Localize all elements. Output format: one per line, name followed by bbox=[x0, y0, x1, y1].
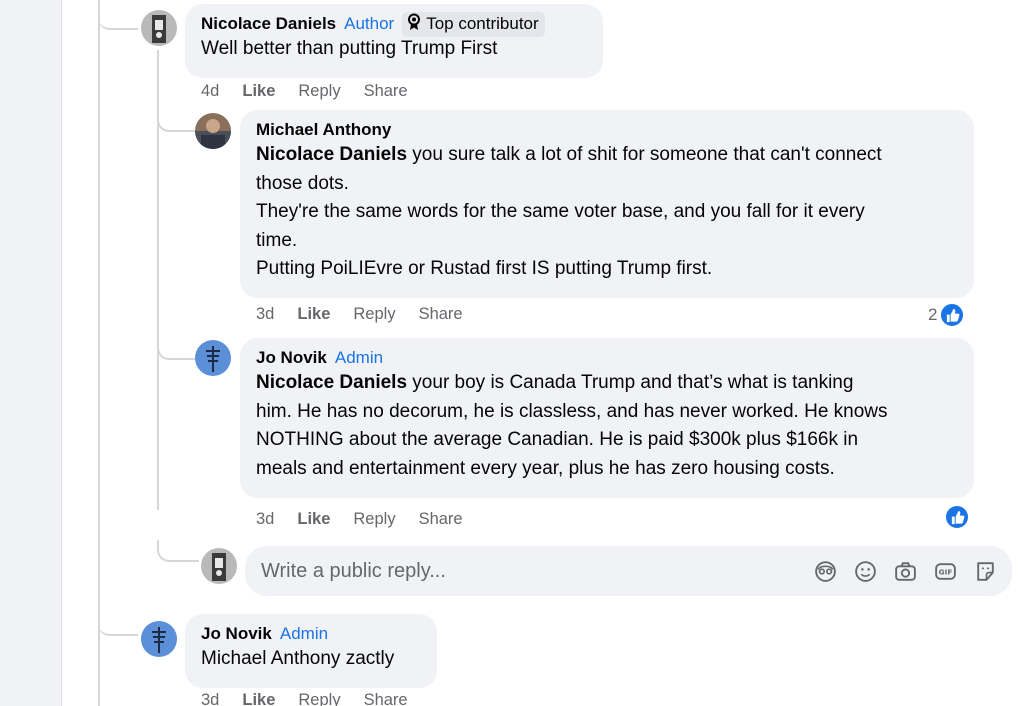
share-button[interactable]: Share bbox=[364, 691, 408, 706]
comment-bubble: Jo Novik Admin Michael Anthony zactly bbox=[185, 614, 437, 688]
comment-author[interactable]: Jo Novik bbox=[256, 348, 327, 368]
share-button[interactable]: Share bbox=[364, 82, 408, 101]
timestamp[interactable]: 3d bbox=[256, 305, 274, 324]
current-user-avatar bbox=[201, 548, 237, 584]
reply-button[interactable]: Reply bbox=[298, 691, 340, 706]
comment-text: Nicolace Daniels you sure talk a lot of … bbox=[256, 141, 960, 284]
thread-connector bbox=[157, 340, 195, 360]
like-reaction-icon bbox=[944, 504, 970, 530]
reaction-summary[interactable]: 2 bbox=[928, 302, 966, 328]
thread-line-main bbox=[98, 0, 100, 706]
timestamp[interactable]: 3d bbox=[256, 510, 274, 529]
thread-connector bbox=[98, 0, 138, 30]
comment-text-line: NOTHING about the average Canadian. He i… bbox=[256, 429, 859, 450]
comment-author[interactable]: Nicolace Daniels bbox=[201, 14, 336, 34]
avatar[interactable] bbox=[141, 10, 177, 46]
reply-button[interactable]: Reply bbox=[298, 82, 340, 101]
comment-text-line: those dots. bbox=[256, 172, 349, 194]
comment-text-line: They're the same words for the same vote… bbox=[256, 201, 865, 222]
role-badge: Author bbox=[344, 14, 395, 33]
mention-link[interactable]: Nicolace Daniels bbox=[256, 144, 407, 165]
comment-text-line: your boy is Canada Trump and that’s what… bbox=[407, 372, 854, 393]
comment-bubble: Michael Anthony Nicolace Daniels you sur… bbox=[240, 110, 974, 298]
thread-connector bbox=[157, 540, 199, 562]
comment-actions: 4d Like Reply Share bbox=[201, 82, 431, 101]
comment-text-line: meals and entertainment every year, plus… bbox=[256, 457, 835, 479]
reply-toolbar: GIF bbox=[813, 559, 998, 584]
timestamp[interactable]: 3d bbox=[201, 691, 219, 706]
share-button[interactable]: Share bbox=[419, 305, 463, 324]
comment-bubble: Nicolace Daniels Author Top contributor … bbox=[185, 4, 603, 78]
like-button[interactable]: Like bbox=[242, 691, 275, 706]
comment-text: Well better than putting Trump First bbox=[201, 38, 498, 59]
thread-connector bbox=[157, 110, 195, 132]
reply-placeholder: Write a public reply... bbox=[261, 559, 446, 582]
comment-actions: 3d Like Reply Share bbox=[256, 305, 486, 324]
timestamp[interactable]: 4d bbox=[201, 82, 219, 101]
avatar-sticker-icon[interactable] bbox=[813, 559, 838, 584]
comment-text-line: you sure talk a lot of shit for someone … bbox=[407, 144, 882, 165]
comment-actions: 3d Like Reply Share bbox=[201, 691, 431, 706]
comment-actions: 3d Like Reply Share bbox=[256, 510, 486, 529]
svg-text:GIF: GIF bbox=[939, 567, 953, 576]
reply-button[interactable]: Reply bbox=[353, 305, 395, 324]
emoji-icon[interactable] bbox=[853, 559, 878, 584]
reply-input[interactable]: Write a public reply... GIF bbox=[245, 546, 1012, 596]
thread-connector bbox=[98, 610, 138, 636]
top-contributor-badge: Top contributor bbox=[402, 11, 545, 37]
gif-icon[interactable]: GIF bbox=[933, 559, 958, 584]
badge-label: Top contributor bbox=[426, 14, 539, 33]
comment-text: Nicolace Daniels your boy is Canada Trum… bbox=[256, 369, 960, 483]
comment-bubble: Jo Novik Admin Nicolace Daniels your boy… bbox=[240, 338, 974, 498]
comment-text-line: Putting PoiLIEvre or Rustad first IS put… bbox=[256, 258, 713, 279]
like-button[interactable]: Like bbox=[297, 305, 330, 324]
comment-author[interactable]: Jo Novik bbox=[201, 624, 272, 644]
avatar[interactable] bbox=[195, 113, 231, 149]
role-badge: Admin bbox=[279, 624, 329, 643]
share-button[interactable]: Share bbox=[419, 510, 463, 529]
reaction-summary[interactable] bbox=[944, 504, 970, 530]
like-reaction-icon bbox=[939, 302, 966, 328]
like-button[interactable]: Like bbox=[297, 510, 330, 529]
comment-author[interactable]: Michael Anthony bbox=[256, 120, 391, 140]
like-button[interactable]: Like bbox=[242, 82, 275, 101]
award-icon bbox=[406, 13, 422, 36]
sticker-icon[interactable] bbox=[973, 559, 998, 584]
mention-link[interactable]: Nicolace Daniels bbox=[256, 372, 407, 393]
reaction-count: 2 bbox=[928, 305, 938, 324]
camera-icon[interactable] bbox=[893, 559, 918, 584]
left-panel bbox=[0, 0, 62, 706]
comment-text-line: time. bbox=[256, 229, 298, 251]
comment-text-line: him. He has no decorum, he is classless,… bbox=[256, 400, 888, 422]
avatar[interactable] bbox=[195, 340, 231, 376]
comment-text: Michael Anthony zactly bbox=[201, 648, 395, 669]
avatar[interactable] bbox=[141, 621, 177, 657]
reply-button[interactable]: Reply bbox=[353, 510, 395, 529]
role-badge: Admin bbox=[334, 348, 384, 367]
